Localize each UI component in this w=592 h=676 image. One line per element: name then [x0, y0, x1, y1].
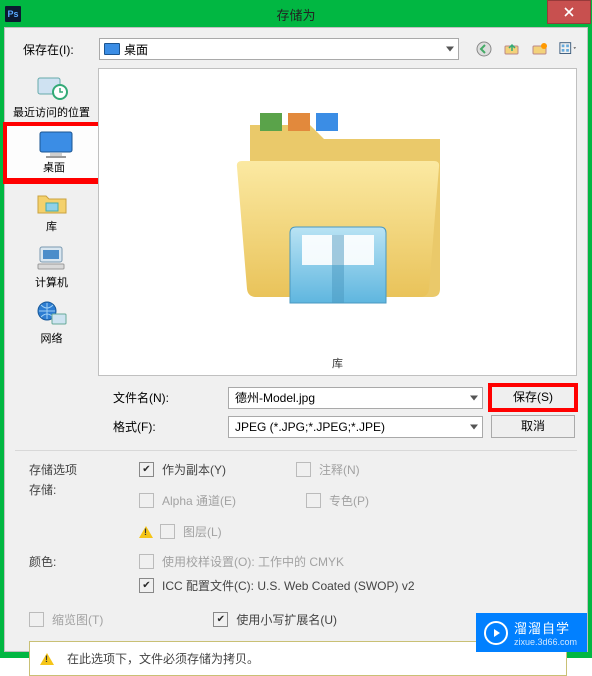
back-button[interactable]	[475, 40, 493, 58]
selected-item-label: 库	[332, 355, 343, 375]
place-desktop[interactable]: 桌面	[3, 122, 105, 184]
chevron-down-icon	[446, 47, 454, 52]
close-button[interactable]	[547, 0, 591, 24]
computer-icon	[34, 244, 70, 272]
new-folder-button[interactable]	[531, 40, 549, 58]
location-combo[interactable]: 桌面	[99, 38, 459, 60]
color-label: 颜色:	[29, 553, 87, 601]
recent-places-icon	[34, 74, 70, 102]
network-icon	[34, 300, 70, 328]
thumbnail-label: 缩览图(T)	[52, 611, 103, 628]
cancel-button[interactable]: 取消	[491, 415, 575, 438]
filename-input[interactable]: 德州-Model.jpg	[228, 387, 483, 409]
place-desktop-label: 桌面	[7, 159, 101, 175]
place-computer-label: 计算机	[5, 274, 98, 290]
icc-profile-checkbox[interactable]: ✔	[139, 578, 154, 593]
desktop-icon	[36, 129, 76, 159]
location-value: 桌面	[124, 41, 148, 58]
warning-icon	[40, 653, 54, 665]
place-recent[interactable]: 最近访问的位置	[5, 70, 98, 126]
as-copy-label: 作为副本(Y)	[162, 461, 226, 478]
lowercase-ext-label: 使用小写扩展名(U)	[236, 611, 337, 628]
view-icon	[559, 41, 577, 57]
notes-label: 注释(N)	[319, 461, 360, 478]
use-proof-checkbox	[139, 554, 154, 569]
filename-value: 德州-Model.jpg	[235, 389, 315, 406]
thumbnail-checkbox	[29, 612, 44, 627]
back-icon	[476, 41, 492, 57]
place-network[interactable]: 网络	[5, 296, 98, 352]
layers-checkbox	[160, 524, 175, 539]
lowercase-ext-checkbox[interactable]: ✔	[213, 612, 228, 627]
libraries-icon	[34, 188, 70, 216]
place-network-label: 网络	[5, 330, 98, 346]
filename-label: 文件名(N):	[97, 389, 188, 406]
spot-checkbox	[306, 493, 321, 508]
places-bar: 最近访问的位置 桌面 库 计算机 网络	[5, 66, 98, 376]
window-title: 存储为	[1, 5, 591, 24]
icc-profile-label: ICC 配置文件(C): U.S. Web Coated (SWOP) v2	[162, 577, 415, 594]
close-icon	[564, 7, 574, 17]
place-recent-label: 最近访问的位置	[5, 104, 98, 120]
up-one-level-button[interactable]	[503, 40, 521, 58]
watermark-brand: 溜溜自学	[514, 621, 570, 636]
titlebar: Ps 存储为	[1, 1, 591, 27]
file-browser-content[interactable]: 库	[98, 68, 577, 376]
spot-label: 专色(P)	[329, 492, 369, 509]
alpha-label: Alpha 通道(E)	[162, 492, 236, 509]
app-icon: Ps	[5, 6, 21, 22]
save-button[interactable]: 保存(S)	[491, 386, 575, 409]
as-copy-checkbox[interactable]: ✔	[139, 462, 154, 477]
folder-up-icon	[504, 41, 520, 57]
chevron-down-icon	[470, 424, 478, 429]
notes-checkbox	[296, 462, 311, 477]
play-icon	[484, 621, 508, 645]
place-computer[interactable]: 计算机	[5, 240, 98, 296]
chevron-down-icon	[470, 395, 478, 400]
alpha-checkbox	[139, 493, 154, 508]
save-in-label: 保存在(I):	[23, 41, 93, 58]
use-proof-label: 使用校样设置(O): 工作中的 CMYK	[162, 553, 344, 570]
place-libraries[interactable]: 库	[5, 184, 98, 240]
store-label: 存储:	[29, 481, 87, 498]
info-message: 在此选项下，文件必须存储为拷贝。	[67, 650, 259, 667]
watermark-url: zixue.3d66.com	[514, 637, 577, 647]
view-menu-button[interactable]	[559, 40, 577, 58]
selected-item[interactable]	[218, 69, 458, 320]
place-libraries-label: 库	[5, 218, 98, 234]
desktop-icon	[104, 43, 120, 55]
warning-icon	[139, 526, 153, 538]
libraries-large-icon	[218, 77, 458, 317]
format-label: 格式(F):	[97, 418, 188, 435]
new-folder-icon	[532, 41, 548, 57]
store-options-heading: 存储选项	[29, 461, 87, 478]
format-value: JPEG (*.JPG;*.JPEG;*.JPE)	[235, 420, 385, 434]
watermark-badge: 溜溜自学 zixue.3d66.com	[476, 613, 587, 652]
layers-label: 图层(L)	[183, 523, 222, 540]
format-combo[interactable]: JPEG (*.JPG;*.JPEG;*.JPE)	[228, 416, 483, 438]
